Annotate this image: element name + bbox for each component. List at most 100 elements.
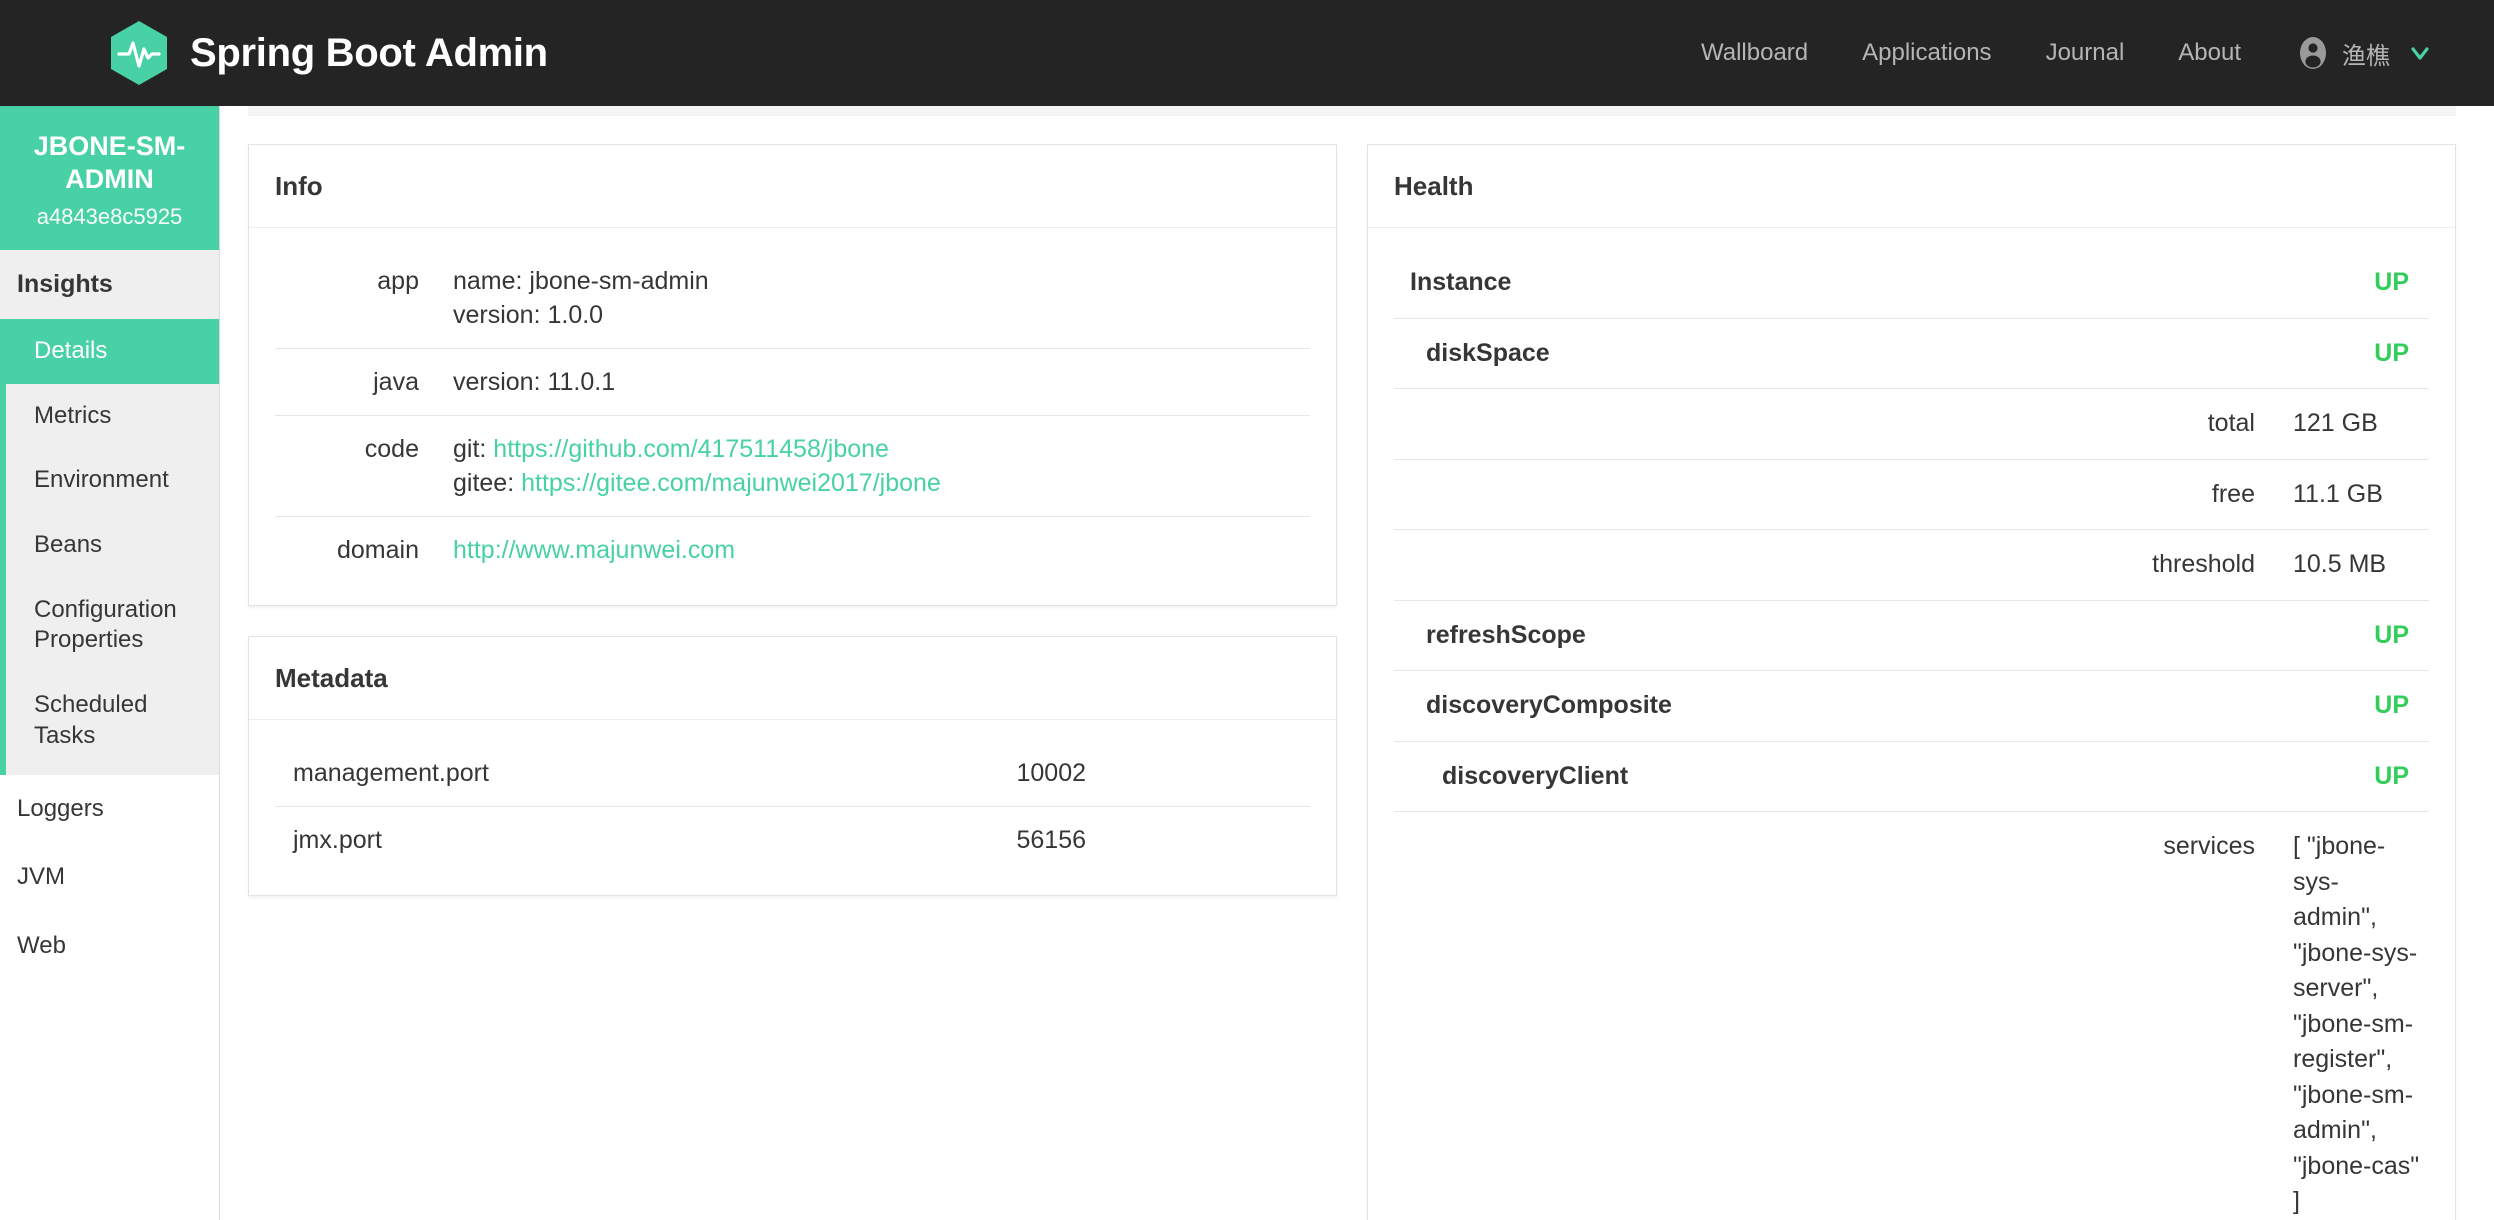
info-app-version: version: 1.0.0 (453, 301, 604, 329)
table-row: free 11.1 GB (1394, 459, 2429, 530)
info-card-header: Info (249, 145, 1336, 228)
info-value-code: git: https://github.com/417511458/jbone … (445, 415, 1310, 517)
metadata-card-header: Metadata (249, 637, 1336, 720)
info-key-java: java (275, 348, 445, 416)
info-code-git-line: git: https://github.com/417511458/jbone (453, 432, 1302, 466)
nav-link-wallboard[interactable]: Wallboard (1674, 0, 1835, 106)
hexagon-pulse-logo-icon (111, 21, 167, 85)
metadata-value-management-port: 10002 (792, 740, 1310, 807)
nav-link-applications[interactable]: Applications (1835, 0, 2018, 106)
nav-link-about[interactable]: About (2151, 0, 2268, 106)
health-name-discoveryclient: discoveryClient (1394, 741, 2279, 812)
sidebar-top-list: Loggers JVM Web (0, 774, 219, 981)
brand-title: Spring Boot Admin (190, 30, 548, 75)
health-status-discoverycomposite: UP (2279, 670, 2429, 742)
sidebar-item-web[interactable]: Web (0, 912, 219, 981)
health-name-discoverycomposite: discoveryComposite (1394, 670, 2279, 742)
main-content: Info app name: jbone-sm-admin version: 1… (220, 106, 2494, 1220)
metadata-key-jmx-port: jmx.port (293, 826, 382, 854)
chevron-down-icon[interactable] (2408, 41, 2432, 65)
health-status-refreshscope: UP (2279, 600, 2429, 671)
health-status-diskspace: UP (2279, 318, 2429, 389)
health-status-discoveryclient: UP (2279, 741, 2429, 812)
sidebar-instance-id: a4843e8c5925 (36, 203, 183, 229)
info-card-body: app name: jbone-sm-admin version: 1.0.0 … (249, 228, 1336, 605)
info-key-code: code (275, 415, 445, 517)
table-row: jmx.port 56156 (275, 807, 1310, 874)
left-column: Info app name: jbone-sm-admin version: 1… (248, 144, 1337, 926)
brand[interactable]: Spring Boot Admin (110, 20, 548, 86)
sidebar: JBONE-SM-ADMIN a4843e8c5925 Insights Det… (0, 106, 220, 1220)
health-detail-value-services: [ "jbone-sys-admin", "jbone-sys-server",… (2293, 832, 2420, 1215)
info-code-git-link[interactable]: https://github.com/417511458/jbone (493, 435, 889, 463)
info-value-domain: http://www.majunwei.com (445, 517, 1310, 584)
sidebar-item-loggers[interactable]: Loggers (0, 775, 219, 844)
table-row: services [ "jbone-sys-admin", "jbone-sys… (1394, 812, 2429, 1220)
cards-columns: Info app name: jbone-sm-admin version: 1… (248, 116, 2456, 1220)
nav-link-journal[interactable]: Journal (2019, 0, 2152, 106)
health-detail-key-total: total (1394, 388, 2279, 460)
info-code-gitee-line: gitee: https://gitee.com/majunwei2017/jb… (453, 466, 1302, 500)
info-table: app name: jbone-sm-admin version: 1.0.0 … (275, 248, 1310, 583)
user-menu[interactable]: 渔樵 (2268, 36, 2454, 71)
info-domain-link[interactable]: http://www.majunwei.com (453, 536, 735, 564)
sidebar-insights-list: Details Metrics Environment Beans Config… (0, 318, 219, 775)
health-name-refreshscope: refreshScope (1394, 600, 2279, 671)
sidebar-item-details[interactable]: Details (0, 318, 219, 384)
table-row: app name: jbone-sm-admin version: 1.0.0 (275, 248, 1310, 349)
table-row: total 121 GB (1394, 388, 2429, 460)
health-table: Instance UP diskSpace UP total 121 GB fr… (1394, 248, 2429, 1220)
table-row: Instance UP (1394, 248, 2429, 319)
sidebar-item-beans[interactable]: Beans (6, 513, 219, 578)
table-row: domain http://www.majunwei.com (275, 517, 1310, 584)
table-row: discoveryComposite UP (1394, 670, 2429, 742)
metadata-card: Metadata management.port 10002 jmx.port … (248, 636, 1337, 896)
info-value-java: version: 11.0.1 (445, 348, 1310, 416)
health-name-instance: Instance (1394, 248, 2279, 319)
health-status-instance: UP (2279, 248, 2429, 319)
page-body: JBONE-SM-ADMIN a4843e8c5925 Insights Det… (0, 106, 2494, 1220)
metadata-value-jmx-port: 56156 (1016, 826, 1087, 854)
user-name: 渔樵 (2342, 42, 2390, 70)
nav-links: Wallboard Applications Journal About 渔樵 (1674, 0, 2454, 106)
scrolled-card-edge (248, 106, 2456, 116)
top-navbar: Spring Boot Admin Wallboard Applications… (0, 0, 2494, 106)
health-detail-key-services: services (2163, 832, 2255, 860)
info-app-name: name: jbone-sm-admin (453, 267, 709, 295)
info-code-gitee-prefix: gitee: (453, 469, 522, 497)
sidebar-item-jvm[interactable]: JVM (0, 843, 219, 912)
table-row: discoveryClient UP (1394, 741, 2429, 812)
info-key-domain: domain (337, 536, 419, 564)
metadata-card-title: Metadata (275, 663, 388, 693)
info-card-title: Info (275, 171, 323, 201)
info-card: Info app name: jbone-sm-admin version: 1… (248, 144, 1337, 606)
table-row: java version: 11.0.1 (275, 348, 1310, 416)
sidebar-item-environment[interactable]: Environment (6, 448, 219, 513)
health-detail-key-threshold: threshold (1394, 529, 2279, 601)
info-java-version: version: 11.0.1 (453, 368, 616, 396)
sidebar-item-metrics[interactable]: Metrics (6, 384, 219, 449)
sidebar-instance-name: JBONE-SM-ADMIN (33, 131, 186, 194)
metadata-card-body: management.port 10002 jmx.port 56156 (249, 720, 1336, 895)
right-column: Health Instance UP diskSpace UP total 12… (1367, 144, 2456, 1220)
metadata-table: management.port 10002 jmx.port 56156 (275, 740, 1310, 873)
health-name-diskspace: diskSpace (1394, 318, 2279, 389)
table-row: management.port 10002 (275, 740, 1310, 807)
table-row: threshold 10.5 MB (1394, 529, 2429, 601)
table-row: refreshScope UP (1394, 600, 2429, 671)
health-detail-key-free: free (1394, 459, 2279, 530)
sidebar-item-configuration-properties[interactable]: Configuration Properties (6, 578, 219, 673)
health-card-header: Health (1368, 145, 2455, 228)
sidebar-item-scheduled-tasks[interactable]: Scheduled Tasks (6, 673, 219, 768)
health-card-title: Health (1394, 171, 1474, 201)
info-key-app: app (275, 248, 445, 349)
health-detail-value-threshold: 10.5 MB (2279, 529, 2429, 601)
sidebar-instance-header: JBONE-SM-ADMIN a4843e8c5925 (0, 106, 219, 250)
health-detail-value-total: 121 GB (2279, 388, 2429, 460)
info-code-gitee-link[interactable]: https://gitee.com/majunwei2017/jbone (521, 469, 941, 497)
info-code-git-prefix: git: (453, 435, 494, 463)
table-row: diskSpace UP (1394, 318, 2429, 389)
health-card: Health Instance UP diskSpace UP total 12… (1367, 144, 2456, 1220)
sidebar-group-insights: Insights (0, 249, 219, 319)
info-value-app: name: jbone-sm-admin version: 1.0.0 (445, 248, 1310, 349)
